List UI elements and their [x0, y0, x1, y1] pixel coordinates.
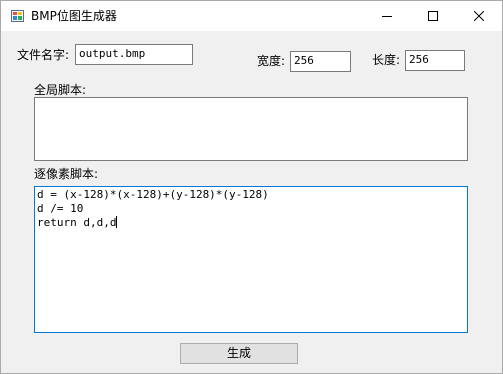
generate-button[interactable]: 生成	[180, 343, 298, 364]
close-icon	[474, 11, 484, 21]
height-input[interactable]: 256	[405, 50, 465, 71]
width-input[interactable]: 256	[290, 51, 351, 72]
global-script-label: 全局脚本:	[34, 83, 87, 97]
global-script-textarea[interactable]	[34, 97, 468, 161]
maximize-icon	[428, 11, 438, 21]
title-bar[interactable]: BMP位图生成器	[1, 1, 502, 31]
code-line-last: return d,d,d	[37, 216, 465, 230]
window-title: BMP位图生成器	[31, 9, 117, 23]
app-window: BMP位图生成器 文件名字: output.bmp 宽度: 256 长度: 25…	[0, 0, 503, 374]
code-line: d /= 10	[37, 202, 84, 215]
close-button[interactable]	[456, 1, 502, 31]
minimize-icon	[382, 16, 392, 17]
code-line-text: return d,d,d	[37, 216, 117, 229]
filename-label: 文件名字:	[17, 48, 70, 62]
height-label: 长度:	[372, 53, 401, 67]
width-label: 宽度:	[257, 54, 286, 68]
minimize-button[interactable]	[364, 1, 410, 31]
pixel-script-label: 逐像素脚本:	[34, 167, 99, 181]
code-line: d = (x-128)*(x-128)+(y-128)*(y-128)	[37, 188, 269, 201]
text-caret	[116, 216, 118, 228]
bitmap-app-icon	[11, 10, 24, 22]
pixel-script-textarea[interactable]: d = (x-128)*(x-128)+(y-128)*(y-128) d /= …	[34, 186, 468, 333]
maximize-button[interactable]	[410, 1, 456, 31]
filename-input[interactable]: output.bmp	[75, 44, 193, 65]
